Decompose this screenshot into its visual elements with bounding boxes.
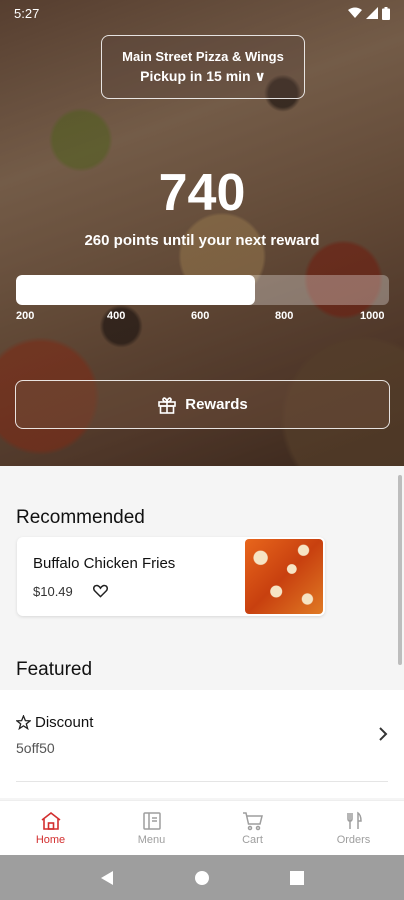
nav-item-cart[interactable]: Cart — [202, 801, 303, 855]
cart-icon — [242, 811, 263, 830]
featured-item-subtitle: 5off50 — [16, 740, 55, 756]
item-name: Buffalo Chicken Fries — [33, 555, 176, 572]
store-selector[interactable]: Main Street Pizza & Wings Pickup in 15 m… — [101, 35, 305, 99]
tick-label: 200 — [16, 310, 35, 322]
orders-icon — [346, 811, 362, 829]
gift-icon — [158, 396, 177, 414]
recommended-item-card[interactable]: Buffalo Chicken Fries $10.49 — [17, 537, 325, 616]
rewards-progress-bar — [16, 275, 389, 305]
home-icon — [41, 811, 60, 830]
nav-label: Cart — [242, 833, 263, 846]
nav-item-menu[interactable]: Menu — [101, 801, 202, 855]
nav-item-home[interactable]: Home — [0, 801, 101, 855]
nav-item-orders[interactable]: Orders — [303, 801, 404, 855]
item-image — [245, 539, 323, 614]
featured-item-title: Discount — [35, 714, 94, 731]
status-time: 5:27 — [14, 5, 40, 21]
bottom-nav: Home Menu Cart Orders — [0, 800, 404, 855]
item-price: $10.49 — [33, 584, 73, 599]
heart-icon[interactable] — [93, 584, 108, 598]
menu-icon — [142, 811, 161, 830]
rewards-progress-fill — [16, 275, 255, 305]
wifi-icon — [348, 7, 362, 18]
featured-item-card[interactable]: Discount 5off50 — [0, 690, 404, 798]
system-navigation-bar — [0, 855, 404, 900]
points-subtitle: 260 points until your next reward — [84, 232, 320, 249]
divider — [16, 781, 388, 782]
hero-banner: 5:27 Main Street Pizza & Wings Pickup in… — [0, 0, 404, 466]
rewards-button-label: Rewards — [185, 396, 248, 413]
nav-label: Orders — [336, 833, 371, 846]
rewards-button[interactable]: Rewards — [15, 380, 390, 429]
tick-label: 800 — [275, 310, 294, 322]
nav-label: Menu — [137, 833, 166, 846]
progress-ticks: 200 400 600 800 1000 — [16, 310, 389, 324]
chevron-right-icon — [379, 727, 388, 741]
home-circle-icon[interactable] — [194, 870, 210, 886]
points-value: 740 — [158, 164, 246, 222]
pickup-time: Pickup in 15 min ∨ — [140, 68, 266, 84]
scrollbar[interactable] — [398, 475, 402, 665]
featured-title: Featured — [16, 659, 93, 680]
store-name: Main Street Pizza & Wings — [122, 49, 284, 64]
tick-label: 600 — [191, 310, 210, 322]
tick-label: 1000 — [360, 310, 385, 322]
recents-icon[interactable] — [290, 870, 304, 885]
recommended-title: Recommended — [16, 507, 145, 528]
signal-icon — [366, 7, 378, 19]
status-bar: 5:27 — [0, 0, 404, 26]
tick-label: 400 — [107, 310, 126, 322]
nav-label: Home — [35, 833, 66, 846]
back-icon[interactable] — [100, 870, 114, 886]
star-icon — [16, 715, 31, 730]
battery-icon — [382, 6, 390, 20]
